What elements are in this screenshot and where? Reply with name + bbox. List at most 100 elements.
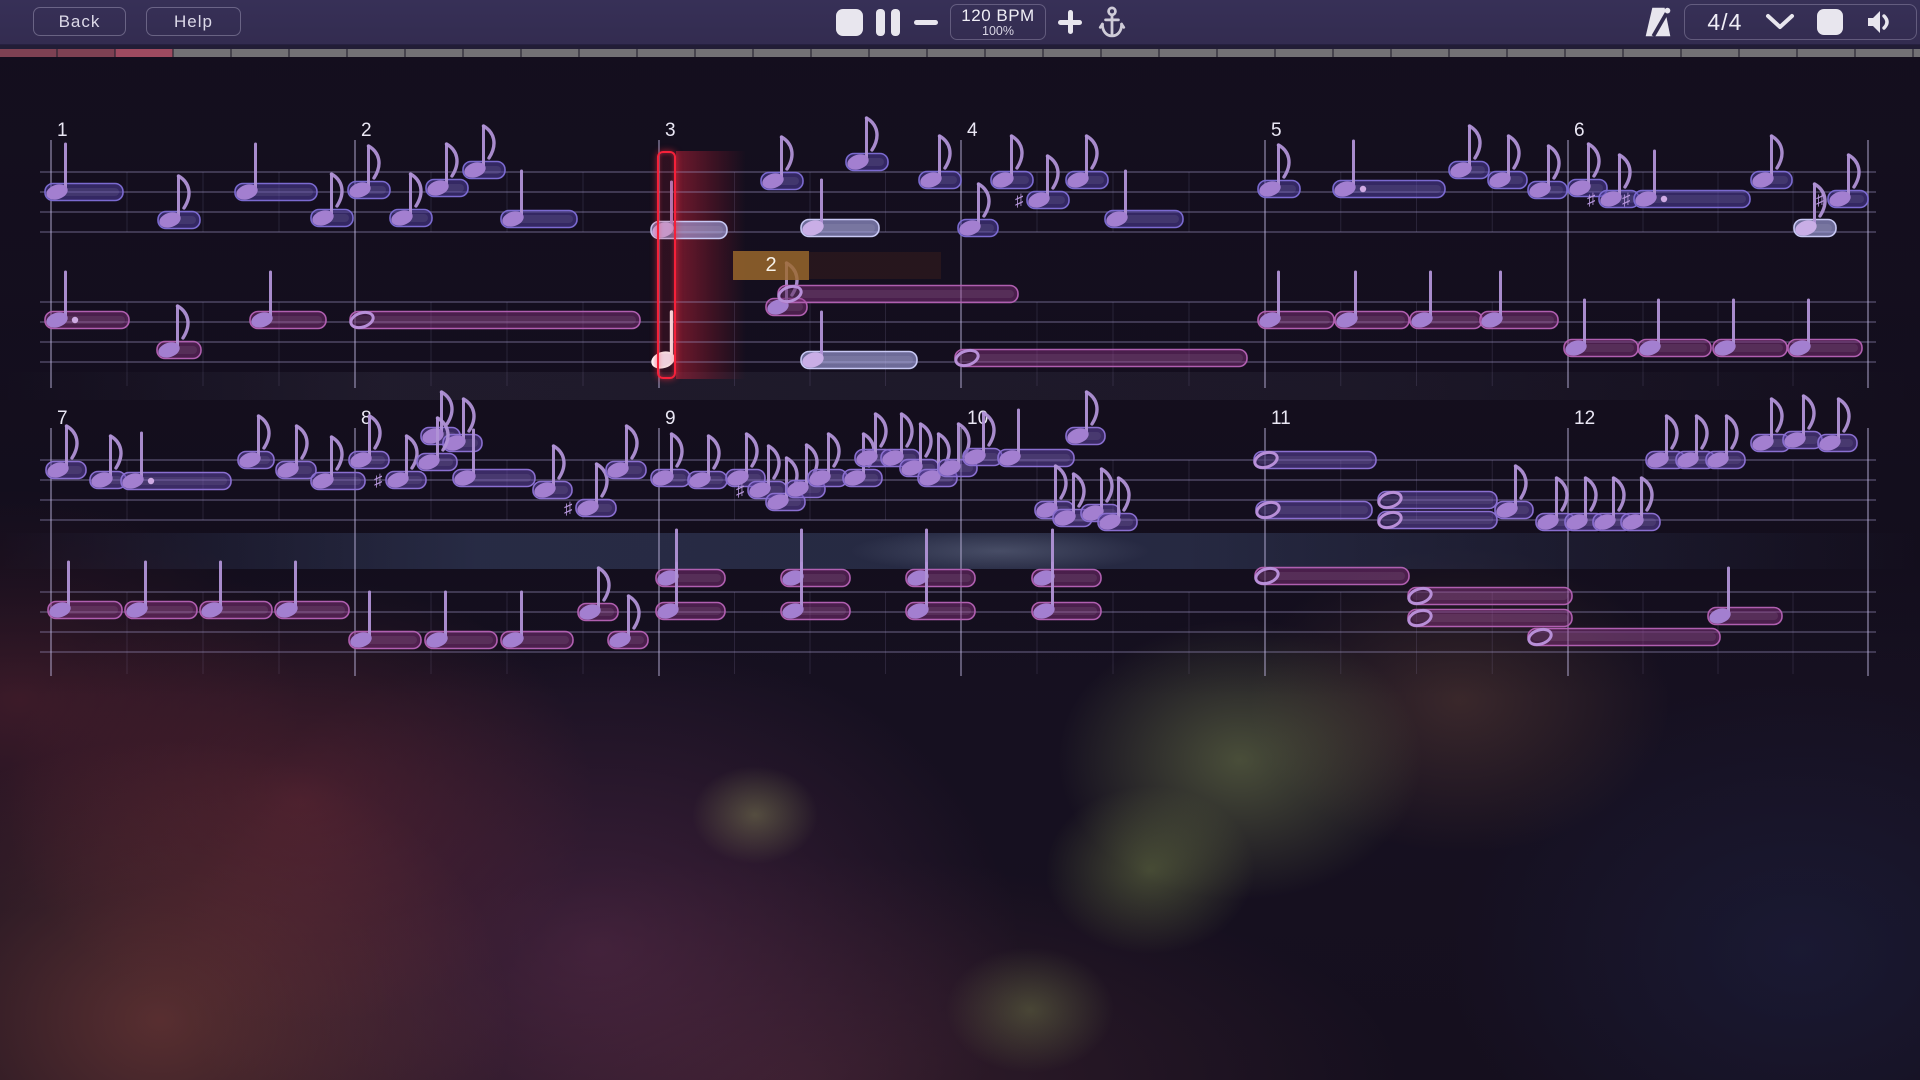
measure-number: 2 <box>361 120 372 141</box>
note-quarter[interactable] <box>424 592 497 650</box>
section-progress-bar[interactable] <box>0 49 1920 57</box>
note-eighth[interactable] <box>1750 136 1792 190</box>
note-half[interactable] <box>1254 566 1409 586</box>
note-quarter[interactable] <box>249 272 326 330</box>
note-quarter[interactable] <box>997 410 1074 468</box>
eighth-flag <box>902 414 912 446</box>
pause-button[interactable] <box>876 9 900 36</box>
note-eighth[interactable] <box>1487 136 1527 190</box>
note-eighth[interactable] <box>462 126 505 180</box>
note-half[interactable] <box>349 310 640 330</box>
note-eighth[interactable] <box>918 136 961 190</box>
note-eighth[interactable] <box>807 434 847 488</box>
note-eighth[interactable] <box>237 416 274 470</box>
note-quarter[interactable] <box>124 562 197 620</box>
note-quarter[interactable] <box>1637 300 1711 358</box>
playhead-cursor[interactable] <box>657 151 676 379</box>
note-half[interactable] <box>1253 450 1376 470</box>
note-eighth[interactable] <box>760 137 803 191</box>
note-quarter[interactable] <box>655 530 725 588</box>
anchor-button[interactable] <box>1098 6 1126 38</box>
note-quarter[interactable] <box>500 171 577 229</box>
note-eighth[interactable] <box>1494 466 1533 520</box>
stop-button[interactable] <box>836 9 863 36</box>
eighth-flag <box>1727 416 1737 448</box>
note-eighth[interactable] <box>389 174 432 228</box>
bpm-display[interactable]: 120 BPM 100% <box>950 4 1046 40</box>
note-quarter[interactable] <box>905 530 975 588</box>
note-quarter[interactable] <box>1712 300 1787 358</box>
note-half[interactable] <box>1377 510 1497 530</box>
note-eighth[interactable] <box>1620 478 1660 532</box>
note-quarter[interactable] <box>1563 300 1638 358</box>
note-eighth[interactable] <box>310 174 353 228</box>
note-eighth[interactable] <box>156 306 201 360</box>
note-eighth[interactable] <box>1065 392 1105 446</box>
tempo-decrease-button[interactable] <box>900 20 938 25</box>
note-eighth[interactable] <box>347 146 390 200</box>
back-button[interactable]: Back <box>33 7 126 36</box>
note-eighth[interactable] <box>1782 396 1822 450</box>
metronome-button[interactable] <box>1642 4 1674 40</box>
note-quarter[interactable] <box>1332 141 1445 199</box>
note-quarter[interactable] <box>780 530 850 588</box>
note-quarter[interactable] <box>1707 568 1782 626</box>
chevron-down-icon[interactable] <box>1765 13 1795 31</box>
tempo-increase-button[interactable] <box>1046 10 1082 34</box>
eighth-flag <box>442 392 452 424</box>
beat-square-icon[interactable] <box>1817 9 1843 35</box>
note-quarter[interactable] <box>800 312 917 370</box>
note-quarter[interactable] <box>1479 272 1558 330</box>
note-quarter[interactable] <box>47 562 122 620</box>
measure-number: 6 <box>1574 120 1585 141</box>
note-quarter[interactable] <box>44 144 123 202</box>
note-eighth[interactable]: ♯ <box>1816 155 1868 210</box>
note-eighth[interactable] <box>442 399 482 453</box>
app-window: Back Help 120 BPM 100% <box>0 0 1920 1080</box>
note-quarter[interactable] <box>1334 272 1409 330</box>
volume-icon[interactable] <box>1866 9 1894 35</box>
note-eighth[interactable] <box>425 144 468 198</box>
note-half[interactable] <box>954 348 1247 368</box>
plus-icon <box>1058 10 1082 34</box>
augmentation-dot <box>1661 196 1667 202</box>
note-eighth[interactable] <box>650 434 690 488</box>
time-signature-value[interactable]: 4/4 <box>1707 9 1742 36</box>
note-eighth[interactable] <box>532 446 572 500</box>
note-eighth[interactable] <box>1705 416 1745 470</box>
note-eighth[interactable] <box>275 426 316 480</box>
help-button[interactable]: Help <box>146 7 241 36</box>
note-quarter[interactable]: ♯ <box>1622 151 1750 210</box>
measure-number: 12 <box>1574 408 1595 429</box>
note-half[interactable] <box>777 284 1018 304</box>
note-eighth[interactable] <box>1527 146 1567 200</box>
note-quarter[interactable] <box>199 562 272 620</box>
note-quarter[interactable] <box>234 144 317 202</box>
note-eighth[interactable] <box>1065 136 1108 190</box>
note-quarter[interactable] <box>1031 530 1101 588</box>
note-quarter[interactable] <box>1787 300 1862 358</box>
note-quarter[interactable] <box>1104 171 1183 229</box>
note-quarter[interactable] <box>500 592 573 650</box>
note-half[interactable] <box>1377 490 1497 510</box>
note-quarter[interactable] <box>274 562 349 620</box>
note-quarter[interactable] <box>1257 272 1334 330</box>
note-quarter[interactable] <box>1409 272 1482 330</box>
eighth-flag <box>1509 136 1519 168</box>
note-half[interactable] <box>1255 500 1372 520</box>
note-quarter[interactable] <box>44 272 129 330</box>
note-eighth[interactable] <box>605 426 646 480</box>
note-eighth[interactable] <box>687 436 727 490</box>
note-eighth[interactable] <box>1448 126 1489 180</box>
note-eighth[interactable] <box>725 434 765 488</box>
note-quarter[interactable] <box>800 180 879 238</box>
note-eighth[interactable] <box>845 118 888 172</box>
note-eighth[interactable] <box>990 136 1033 190</box>
note-half[interactable] <box>1527 627 1720 647</box>
note-eighth[interactable] <box>1817 399 1857 453</box>
note-quarter[interactable] <box>348 592 421 650</box>
note-quarter[interactable] <box>120 433 231 491</box>
note-eighth[interactable] <box>157 176 200 230</box>
note-half[interactable] <box>1407 586 1572 606</box>
note-half[interactable] <box>1407 608 1572 628</box>
